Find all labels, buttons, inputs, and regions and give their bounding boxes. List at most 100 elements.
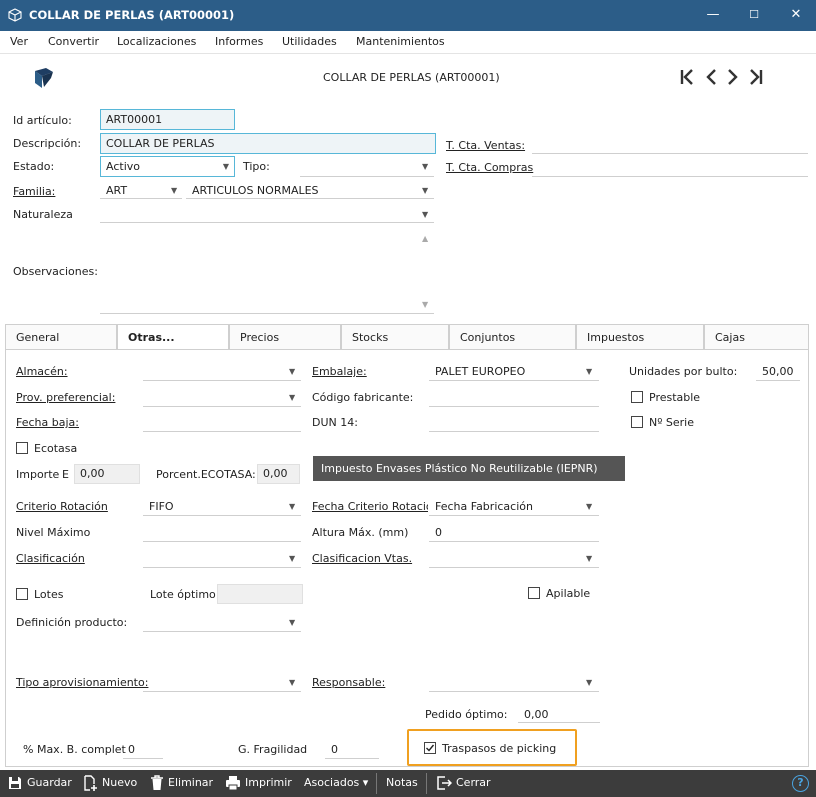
- tab-precios[interactable]: Precios: [229, 324, 341, 350]
- descripcion-field[interactable]: COLLAR DE PERLAS: [100, 133, 436, 154]
- unidades-value[interactable]: 50,00: [762, 365, 794, 378]
- menu-ver[interactable]: Ver: [10, 35, 28, 48]
- menu-mantenimientos[interactable]: Mantenimientos: [356, 35, 445, 48]
- chevron-down-icon[interactable]: ▼: [289, 678, 295, 687]
- cta-compras-field[interactable]: [532, 176, 808, 177]
- tab-otras[interactable]: Otras...: [117, 324, 229, 350]
- estado-select[interactable]: Activo ▼: [100, 156, 235, 177]
- apilable-checkbox[interactable]: [528, 587, 540, 599]
- chevron-down-icon[interactable]: ▼: [422, 210, 428, 219]
- criterio-label[interactable]: Criterio Rotación: [16, 500, 108, 513]
- observaciones-textarea[interactable]: [100, 230, 434, 314]
- close-form-button[interactable]: Cerrar: [456, 776, 491, 789]
- familia-label[interactable]: Familia:: [13, 185, 55, 198]
- lotes-checkbox[interactable]: [16, 588, 28, 600]
- fecha-criterio-label[interactable]: Fecha Criterio Rotació: [312, 500, 428, 513]
- chevron-down-icon[interactable]: ▼: [289, 502, 295, 511]
- chevron-down-icon[interactable]: ▼: [171, 186, 177, 195]
- save-icon[interactable]: [7, 775, 23, 791]
- altura-value[interactable]: 0: [435, 526, 442, 539]
- exit-icon[interactable]: [436, 775, 452, 791]
- ecotasa-checkbox[interactable]: [16, 442, 28, 454]
- clasificacion-vtas-label[interactable]: Clasificacion Vtas.: [312, 552, 412, 565]
- chevron-down-icon[interactable]: ▼: [422, 186, 428, 195]
- traspasos-checkbox[interactable]: [424, 742, 436, 754]
- save-button[interactable]: Guardar: [27, 776, 72, 789]
- new-document-icon[interactable]: [82, 775, 98, 791]
- dun14-field[interactable]: [429, 431, 599, 432]
- cta-compras-label[interactable]: T. Cta. Compras: [446, 161, 533, 174]
- cta-ventas-label[interactable]: T. Cta. Ventas:: [446, 139, 525, 152]
- responsable-select[interactable]: [429, 691, 599, 692]
- menu-convertir[interactable]: Convertir: [48, 35, 99, 48]
- prov-select[interactable]: [143, 406, 301, 407]
- chevron-down-icon[interactable]: ▼: [586, 678, 592, 687]
- trash-icon[interactable]: [150, 775, 164, 791]
- chevron-down-icon[interactable]: ▼: [289, 554, 295, 563]
- menu-utilidades[interactable]: Utilidades: [282, 35, 337, 48]
- scroll-up-icon[interactable]: ▲: [422, 234, 428, 243]
- prov-label[interactable]: Prov. preferencial:: [16, 391, 115, 404]
- close-button[interactable]: ✕: [786, 6, 806, 24]
- clasificacion-select[interactable]: [143, 567, 301, 568]
- tab-general[interactable]: General: [5, 324, 117, 350]
- maximize-button[interactable]: ☐: [744, 6, 764, 24]
- chevron-down-icon[interactable]: ▼: [586, 367, 592, 376]
- fragilidad-value[interactable]: 0: [331, 743, 338, 756]
- clasificacion-vtas-select[interactable]: [429, 567, 599, 568]
- fecha-criterio-value[interactable]: Fecha Fabricación: [435, 500, 533, 513]
- max-b-value[interactable]: 0: [128, 743, 135, 756]
- minimize-button[interactable]: —: [703, 6, 723, 24]
- importe-field[interactable]: 0,00: [74, 464, 140, 484]
- nserie-checkbox[interactable]: [631, 416, 643, 428]
- menu-localizaciones[interactable]: Localizaciones: [117, 35, 196, 48]
- scroll-down-icon[interactable]: ▼: [422, 300, 428, 309]
- menu-informes[interactable]: Informes: [215, 35, 263, 48]
- delete-button[interactable]: Eliminar: [168, 776, 213, 789]
- nivel-max-field[interactable]: [143, 541, 301, 542]
- first-record-icon[interactable]: [679, 67, 695, 87]
- print-button[interactable]: Imprimir: [245, 776, 292, 789]
- help-icon[interactable]: ?: [792, 775, 809, 792]
- chevron-down-icon[interactable]: ▼: [586, 554, 592, 563]
- responsable-label[interactable]: Responsable:: [312, 676, 385, 689]
- familia-name[interactable]: ARTICULOS NORMALES: [192, 184, 319, 197]
- new-button[interactable]: Nuevo: [102, 776, 137, 789]
- fecha-baja-label[interactable]: Fecha baja:: [16, 416, 79, 429]
- tab-stocks[interactable]: Stocks: [341, 324, 449, 350]
- tipo-aprov-select[interactable]: [143, 691, 301, 692]
- tipo-aprov-label[interactable]: Tipo aprovisionamiento:: [16, 676, 148, 689]
- definicion-select[interactable]: [143, 631, 301, 632]
- almacen-label[interactable]: Almacén:: [16, 365, 68, 378]
- chevron-down-icon[interactable]: ▼: [586, 502, 592, 511]
- naturaleza-select[interactable]: [100, 222, 434, 223]
- tab-conjuntos[interactable]: Conjuntos: [449, 324, 576, 350]
- tab-cajas[interactable]: Cajas: [704, 324, 809, 350]
- clasificacion-label[interactable]: Clasificación: [16, 552, 85, 565]
- embalaje-value[interactable]: PALET EUROPEO: [435, 365, 525, 378]
- embalaje-label[interactable]: Embalaje:: [312, 365, 367, 378]
- lote-optimo-field[interactable]: [217, 584, 303, 604]
- iepnr-button[interactable]: Impuesto Envases Plástico No Reutilizabl…: [313, 456, 625, 481]
- chevron-down-icon[interactable]: ▼: [289, 367, 295, 376]
- codigo-fab-field[interactable]: [429, 406, 599, 407]
- criterio-value[interactable]: FIFO: [149, 500, 174, 513]
- prestable-checkbox[interactable]: [631, 391, 643, 403]
- porcent-field[interactable]: 0,00: [257, 464, 300, 484]
- chevron-down-icon[interactable]: ▼: [289, 393, 295, 402]
- printer-icon[interactable]: [225, 775, 241, 791]
- chevron-down-icon[interactable]: ▼: [289, 618, 295, 627]
- associated-button[interactable]: Asociados ▾: [304, 776, 368, 789]
- fecha-baja-field[interactable]: [143, 431, 301, 432]
- tab-impuestos[interactable]: Impuestos: [576, 324, 704, 350]
- notes-button[interactable]: Notas: [386, 776, 418, 789]
- tipo-select[interactable]: [300, 176, 434, 177]
- previous-record-icon[interactable]: [704, 67, 718, 87]
- chevron-down-icon[interactable]: ▼: [422, 162, 428, 171]
- almacen-select[interactable]: [143, 380, 301, 381]
- last-record-icon[interactable]: [748, 67, 764, 87]
- familia-code[interactable]: ART: [106, 184, 127, 197]
- next-record-icon[interactable]: [726, 67, 740, 87]
- pedido-value[interactable]: 0,00: [524, 708, 549, 721]
- cta-ventas-field[interactable]: [532, 153, 808, 154]
